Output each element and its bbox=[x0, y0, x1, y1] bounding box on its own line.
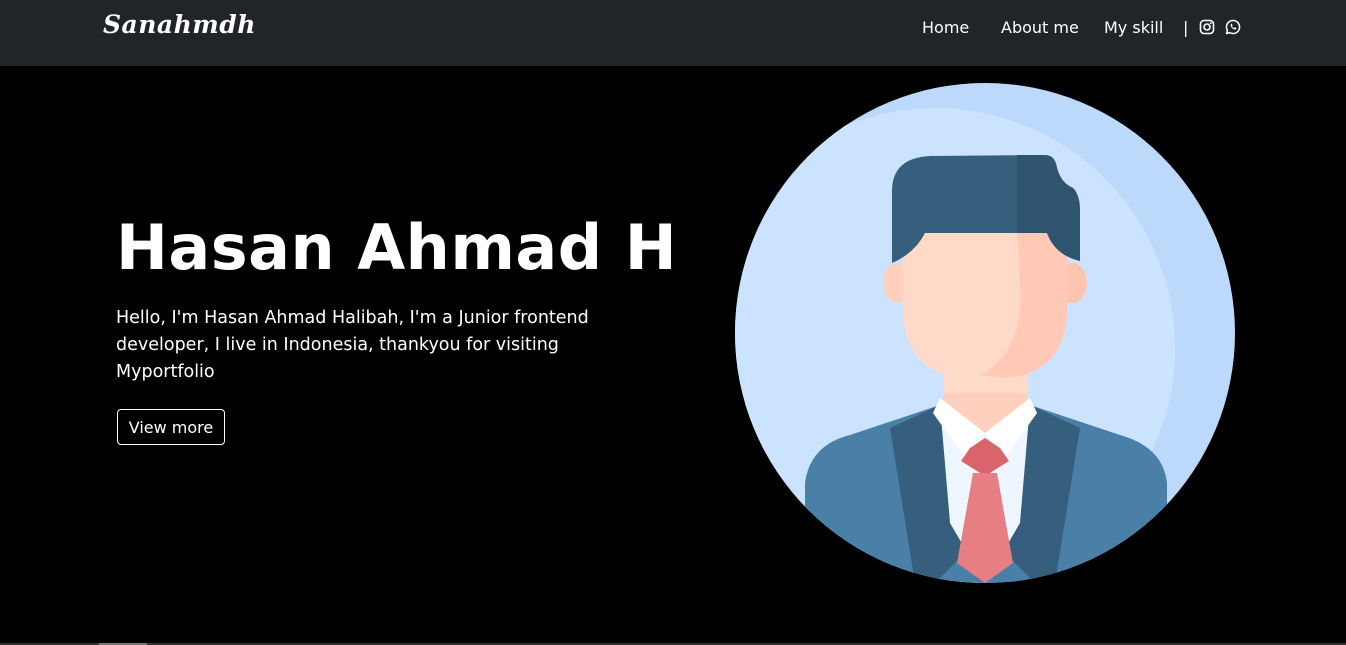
nav-links: Home About me My skill | bbox=[0, 18, 1346, 40]
whatsapp-icon[interactable] bbox=[1225, 19, 1241, 35]
nav-separator: | bbox=[1183, 18, 1189, 37]
hero-title: Hasan Ahmad H bbox=[116, 211, 678, 284]
nav-link-my-skill[interactable]: My skill bbox=[1104, 18, 1163, 38]
nav-link-home[interactable]: Home bbox=[922, 18, 969, 38]
view-more-button[interactable]: View more bbox=[117, 409, 225, 445]
navbar: Sanahmdh Home About me My skill | bbox=[0, 0, 1346, 66]
nav-link-about-me[interactable]: About me bbox=[1001, 18, 1079, 38]
avatar-image bbox=[735, 83, 1235, 583]
hero-section: Hasan Ahmad H Hello, I'm Hasan Ahmad Hal… bbox=[0, 66, 1346, 643]
instagram-icon[interactable] bbox=[1199, 19, 1215, 35]
hero-description: Hello, I'm Hasan Ahmad Halibah, I'm a Ju… bbox=[116, 308, 589, 382]
businessman-avatar-illustration bbox=[735, 83, 1235, 583]
